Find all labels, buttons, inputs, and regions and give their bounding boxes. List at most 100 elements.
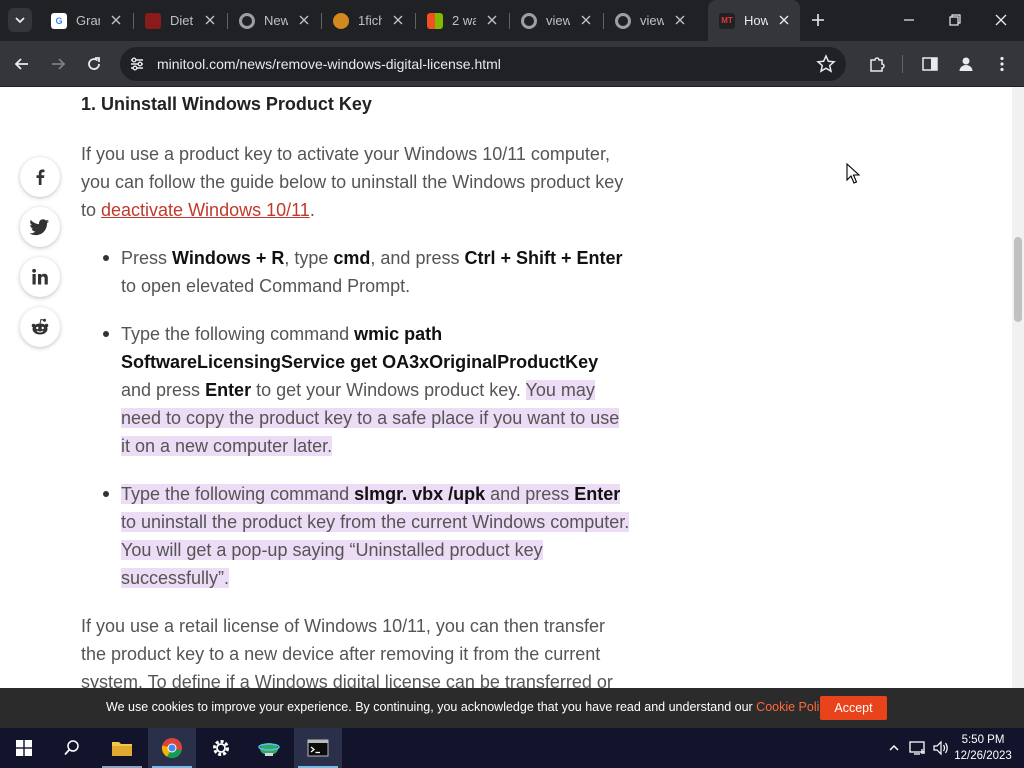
close-icon[interactable] [391, 13, 405, 27]
pizza-icon [333, 12, 349, 29]
menu-button[interactable] [991, 53, 1013, 75]
intro-paragraph: If you use a product key to activate you… [81, 140, 633, 224]
file-explorer-button[interactable] [98, 728, 146, 768]
command-text: slmgr. vbx /upk [354, 484, 486, 504]
tab-active-how[interactable]: MT How [708, 0, 800, 41]
close-icon[interactable] [485, 13, 499, 27]
network-icon [909, 741, 925, 755]
share-twitter-button[interactable] [20, 207, 60, 247]
tab-3[interactable]: New [228, 6, 320, 35]
reload-button[interactable] [83, 53, 105, 75]
deactivate-windows-link[interactable]: deactivate Windows 10/11 [101, 200, 310, 220]
arrow-left-icon [14, 58, 28, 70]
step-text: to open elevated Command Prompt. [121, 276, 411, 296]
profile-icon [959, 57, 973, 71]
accept-cookies-button[interactable]: Accept [820, 696, 887, 720]
chrome-icon [521, 12, 537, 29]
scrollbar-thumb[interactable] [1014, 237, 1022, 322]
gear-icon [213, 740, 229, 756]
page-scrollbar[interactable] [1012, 87, 1024, 688]
chevron-down-icon [15, 17, 25, 24]
clock-date: 12/26/2023 [954, 750, 1012, 762]
windows-taskbar: 5:50 PM 12/26/2023 [0, 728, 1024, 768]
minimize-icon[interactable] [899, 10, 919, 30]
new-tab-plus-icon[interactable] [808, 10, 828, 30]
list-item: Press Windows + R, type cmd, and press C… [103, 244, 631, 300]
chrome-taskbar-button[interactable] [148, 728, 196, 768]
browser-toolbar: minitool.com/news/remove-windows-digital… [0, 41, 1024, 87]
network-tray-button[interactable] [906, 728, 930, 768]
windows-icon [427, 12, 443, 29]
tab-title: Diet [170, 13, 194, 28]
tab-title: 1fich [358, 13, 382, 28]
close-icon[interactable] [203, 13, 217, 27]
step-key: Windows + R [172, 248, 285, 268]
restore-icon[interactable] [945, 10, 965, 30]
search-icon [64, 740, 79, 756]
profile-button[interactable] [955, 53, 977, 75]
close-icon[interactable] [297, 13, 311, 27]
cookie-text: We use cookies to improve your experienc… [106, 700, 757, 714]
back-button[interactable] [11, 53, 33, 75]
step-text: Type the following command [121, 484, 355, 504]
google-icon: G [51, 12, 67, 29]
tab-5[interactable]: 2 wa [416, 6, 508, 35]
step-key: Enter [574, 484, 621, 504]
taskbar-clock[interactable]: 5:50 PM 12/26/2023 [952, 732, 1014, 764]
tab-7[interactable]: view [604, 6, 696, 35]
list-item: Type the following command slmgr. vbx /u… [103, 480, 631, 592]
cookie-message: We use cookies to improve your experienc… [106, 700, 834, 714]
search-button[interactable] [48, 728, 96, 768]
address-bar[interactable]: minitool.com/news/remove-windows-digital… [120, 47, 846, 81]
url-text[interactable]: minitool.com/news/remove-windows-digital… [157, 56, 501, 72]
step-text: Type the following command [121, 324, 355, 344]
tab-2[interactable]: Diet [134, 6, 226, 35]
chrome-icon [161, 738, 182, 759]
extensions-button[interactable] [866, 53, 888, 75]
settings-button[interactable] [197, 728, 245, 768]
step-key: Enter [205, 380, 252, 400]
close-icon[interactable] [579, 13, 593, 27]
close-icon[interactable] [673, 13, 687, 27]
close-window-icon[interactable] [991, 10, 1011, 30]
step-key: Ctrl + Shift + Enter [464, 248, 623, 268]
minitool-icon: MT [719, 12, 735, 29]
step-text: , type [284, 248, 334, 268]
tab-title: view [640, 13, 664, 28]
share-facebook-button[interactable] [20, 157, 60, 197]
twitter-icon [30, 219, 49, 236]
tab-title: 2 wa [452, 13, 476, 28]
network-app-button[interactable] [245, 728, 293, 768]
tab-search-button[interactable] [8, 8, 32, 32]
step-key: cmd [333, 248, 371, 268]
share-reddit-button[interactable] [20, 307, 60, 347]
terminal-icon [307, 739, 329, 757]
step-text: to get your Windows product key. [251, 380, 526, 400]
toolbar-divider [902, 55, 903, 73]
share-linkedin-button[interactable] [20, 257, 60, 297]
terminal-taskbar-button[interactable] [294, 728, 342, 768]
page-viewport: 1. Uninstall Windows Product Key If you … [0, 87, 1024, 688]
step-text: Press [121, 248, 173, 268]
bookmark-star-icon[interactable] [816, 54, 836, 74]
volume-tray-button[interactable] [930, 728, 952, 768]
site-info-icon[interactable] [128, 55, 146, 73]
start-button[interactable] [0, 728, 48, 768]
outro-paragraph: If you use a retail license of Windows 1… [81, 616, 613, 688]
side-panel-button[interactable] [919, 53, 941, 75]
section-heading: 1. Uninstall Windows Product Key [81, 94, 372, 114]
tab-1[interactable]: G Gran [40, 6, 132, 35]
tab-title: Gran [76, 13, 100, 28]
tab-4[interactable]: 1fich [322, 6, 414, 35]
reddit-icon [31, 318, 49, 335]
tab-strip: G Gran Diet New 1fich 2 wa view vi [0, 0, 1024, 41]
chrome-icon [239, 12, 255, 29]
close-icon[interactable] [109, 13, 123, 27]
show-hidden-icons-button[interactable] [884, 728, 904, 768]
tab-6[interactable]: view [510, 6, 602, 35]
close-icon[interactable] [777, 13, 791, 27]
chrome-icon [615, 12, 631, 29]
forward-button[interactable] [47, 53, 69, 75]
puzzle-icon [870, 57, 885, 72]
step-text: and press [121, 380, 206, 400]
